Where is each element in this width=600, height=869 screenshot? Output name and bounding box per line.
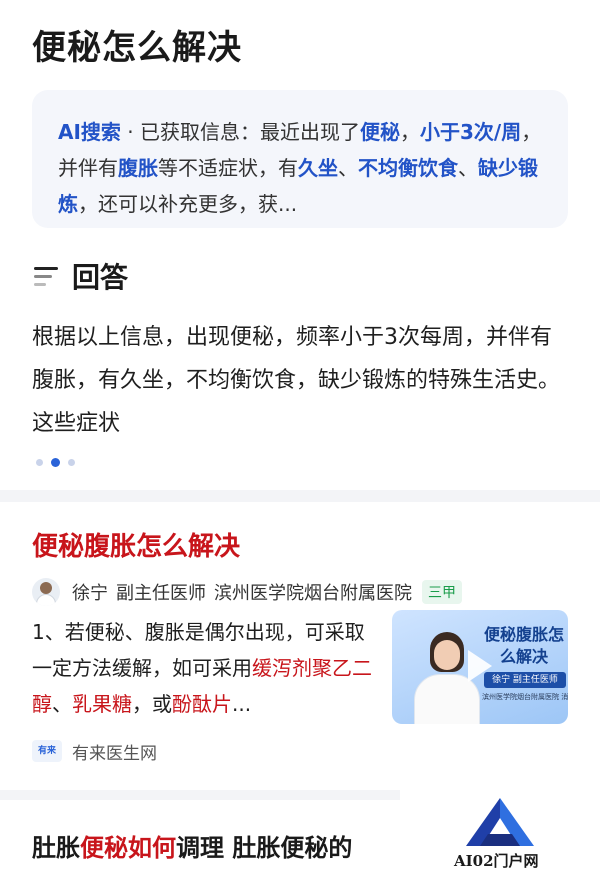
ai-keyword: 久坐 (298, 156, 338, 180)
doctor-name: 徐宁 (72, 583, 108, 604)
video-thumbnail[interactable]: 便秘腹胀怎么解决 徐宁 副主任医师 滨州医学院烟台附属医院 消化 (392, 610, 568, 724)
result-snippet[interactable]: 1、若便秘、腹胀是偶尔出现，可采取一定方法缓解，如可采用缓泻剂聚乙二醇、乳果糖，… (32, 614, 372, 722)
source-name: 有来医生网 (72, 743, 157, 764)
ai-keyword: 不均衡饮食 (358, 156, 458, 180)
ai-keyword: 小于3次/周 (420, 120, 522, 144)
ai-prefix: 已获取信息：最近出现了 (140, 120, 360, 144)
result-title-link[interactable]: 肚胀便秘如何调理 肚胀便秘的 (32, 828, 402, 863)
answer-header: 回答 (34, 256, 128, 296)
watermark-text: AI02门户网 (454, 852, 539, 869)
hospital-grade-badge: 三甲 (422, 580, 462, 604)
source-row[interactable]: 有来 有来医生网 (32, 738, 157, 764)
snippet-text: ，或 (132, 692, 172, 716)
video-caption: 滨州医学院烟台附属医院 消化 (482, 693, 568, 701)
watermark-logo-icon (466, 798, 534, 846)
carousel-dot[interactable] (68, 459, 75, 466)
section-divider (0, 490, 600, 502)
title-text: 肚胀 (32, 834, 80, 862)
ai-text-segment: ， (400, 120, 420, 144)
carousel-dots[interactable] (36, 458, 83, 467)
ai-sep: · (120, 120, 140, 144)
snippet-text: 、 (52, 692, 72, 716)
carousel-dot-active[interactable] (51, 458, 60, 467)
page-title: 便秘怎么解决 (32, 28, 242, 68)
ai-text-segment: 、 (338, 156, 358, 180)
video-title: 便秘腹胀怎么解决 (484, 625, 565, 666)
ai-keyword: 腹胀 (118, 156, 158, 180)
snippet-highlight: 乳果糖 (72, 692, 132, 716)
title-highlight: 便秘如何 (80, 834, 176, 862)
doctor-title: 副主任医师 (116, 583, 206, 604)
doctor-avatar-icon (32, 578, 60, 606)
ai-brand-label: AI搜索 (58, 120, 121, 144)
ai-summary-box[interactable]: AI搜索 · 已获取信息：最近出现了便秘，小于3次/周，并伴有腹胀等不适症状，有… (32, 90, 568, 228)
video-doctor-label: 徐宁 副主任医师 (484, 672, 566, 688)
ai-keyword: 便秘 (360, 120, 400, 144)
doctor-info-row[interactable]: 徐宁 副主任医师 滨州医学院烟台附属医院 三甲 (32, 576, 462, 608)
search-result-card[interactable]: 便秘腹胀怎么解决 徐宁 副主任医师 滨州医学院烟台附属医院 三甲 1、若便秘、腹… (0, 502, 600, 790)
ai-text-segment: 等不适症状，有 (158, 156, 298, 180)
title-text: 调理 肚胀便秘的 (176, 834, 353, 862)
snippet-text: ... (232, 692, 252, 716)
ai-text-segment: 、 (458, 156, 478, 180)
ai-answer-card: 便秘怎么解决 AI搜索 · 已获取信息：最近出现了便秘，小于3次/周，并伴有腹胀… (0, 0, 600, 490)
result-title-link[interactable]: 便秘腹胀怎么解决 (32, 526, 240, 563)
answer-title: 回答 (72, 261, 129, 294)
answer-body[interactable]: 根据以上信息，出现便秘，频率小于3次每周，并伴有腹胀，有久坐，不均衡饮食，缺少锻… (32, 316, 568, 445)
ai-summary-text: AI搜索 · 已获取信息：最近出现了便秘，小于3次/周，并伴有腹胀等不适症状，有… (58, 114, 542, 222)
carousel-dot[interactable] (36, 459, 43, 466)
ai-text-segment: ，还可以补充更多，获... (78, 192, 298, 216)
snippet-highlight: 酚酞片 (172, 692, 232, 716)
source-logo-icon: 有来 (32, 740, 62, 762)
site-watermark: AI02门户网 (400, 790, 600, 869)
hospital-name: 滨州医学院烟台附属医院 (214, 583, 412, 604)
list-lines-icon (34, 264, 60, 288)
